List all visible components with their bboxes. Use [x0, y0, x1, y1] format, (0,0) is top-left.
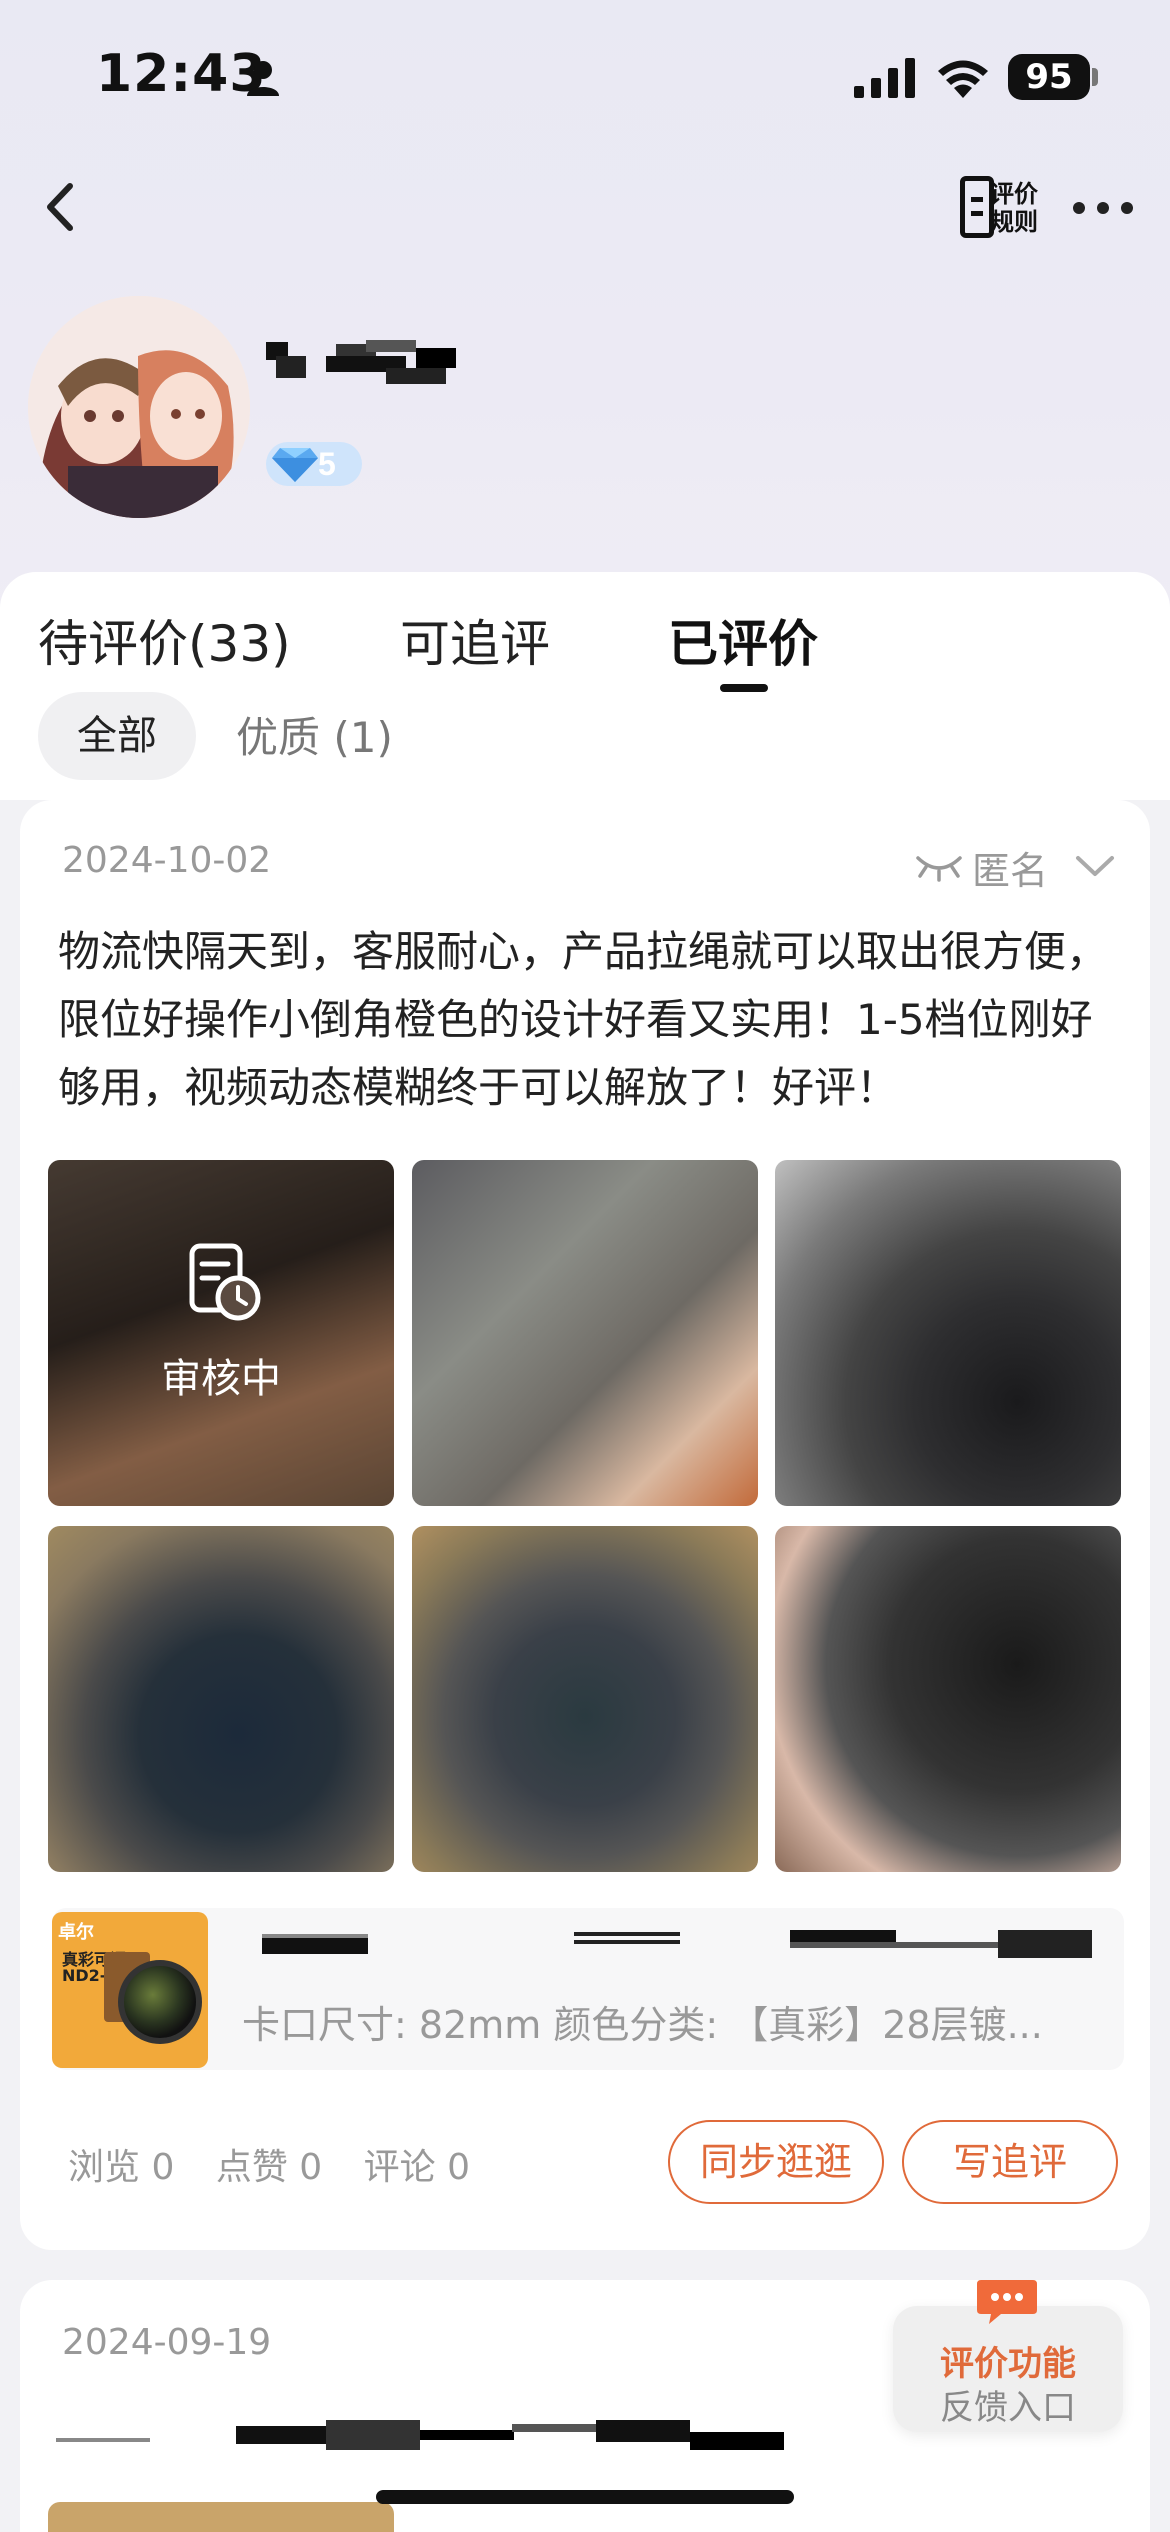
review-photo[interactable]	[775, 1526, 1121, 1872]
comments-count: 评论 0	[363, 2147, 470, 2188]
tab-reviewed[interactable]: 已评价	[668, 604, 818, 676]
product-spec: 卡口尺寸: 82mm 颜色分类: 【真彩】28层镀...	[242, 2003, 1043, 2047]
review-photo[interactable]: 审核中	[48, 1160, 394, 1506]
status-time: 12:43	[96, 44, 267, 104]
filter-quality-chip[interactable]: 优质 (1)	[236, 704, 393, 765]
review-photo[interactable]	[48, 2502, 394, 2532]
feedback-label-line2: 反馈入口	[940, 2388, 1076, 2428]
diamond-icon	[272, 448, 318, 482]
review-text-redacted	[56, 2420, 784, 2450]
anonymous-label: 匿名	[972, 849, 1049, 893]
review-date: 2024-09-19	[62, 2322, 272, 2363]
review-pending-icon	[189, 1243, 261, 1321]
chevron-left-icon[interactable]	[36, 172, 86, 242]
feedback-label-line1: 评价功能	[940, 2344, 1076, 2384]
ellipsis-icon[interactable]	[1070, 196, 1136, 220]
review-text: 物流快隔天到，客服耐心，产品拉绳就可以取出很方便，限位好操作小倒角橙色的设计好看…	[58, 927, 1109, 1112]
review-stats: 浏览 0 点赞 0 评论 0	[68, 2138, 500, 2190]
level-badge: 5	[266, 442, 362, 486]
level-number: 5	[318, 446, 336, 482]
filter-all-chip[interactable]: 全部	[38, 692, 196, 780]
write-follow-up-button[interactable]: 写追评	[902, 2120, 1118, 2204]
chat-bubble-icon	[977, 2280, 1037, 2324]
sync-to-browse-button[interactable]: 同步逛逛	[668, 2120, 884, 2204]
active-tab-indicator	[720, 684, 768, 692]
photo-pending-label: 审核中	[161, 1356, 281, 1402]
likes-count: 点赞 0	[215, 2147, 323, 2188]
eye-closed-icon	[916, 856, 962, 882]
battery-tip	[1092, 68, 1098, 86]
product-thumbnail: 卓尔 真彩可调 ND2-32	[52, 1912, 208, 2068]
views-count: 浏览 0	[68, 2147, 175, 2188]
product-title-redacted	[262, 1930, 1092, 1958]
tab-pending-review[interactable]: 待评价(33)	[38, 604, 291, 676]
review-photo[interactable]	[412, 1526, 758, 1872]
review-photo[interactable]	[48, 1526, 394, 1872]
product-brand: 卓尔	[58, 1922, 94, 1943]
review-rules-button[interactable]: 评价 规则	[960, 172, 1056, 246]
review-photo[interactable]	[412, 1160, 758, 1506]
avatar[interactable]	[28, 296, 250, 518]
person-icon	[247, 61, 279, 96]
review-date: 2024-10-02	[62, 840, 272, 881]
feedback-entry-button[interactable]: 评价功能 反馈入口	[893, 2280, 1123, 2432]
product-filter-image	[118, 1960, 202, 2044]
document-icon	[960, 176, 994, 238]
battery-indicator: 95	[1008, 54, 1090, 100]
tab-follow-up[interactable]: 可追评	[400, 604, 550, 676]
username-redacted	[266, 340, 456, 384]
home-indicator	[376, 2490, 794, 2504]
review-rules-label: 评价 规则	[990, 180, 1038, 236]
wifi-icon	[938, 60, 988, 98]
chevron-down-icon	[1076, 856, 1114, 876]
photo-pending-overlay: 审核中	[48, 1160, 394, 1506]
status-bar: 12:43 95	[0, 0, 1170, 150]
product-link[interactable]: 卓尔 真彩可调 ND2-32 卡口尺寸: 82mm 颜色分类: 【真彩】28层镀…	[52, 1908, 1124, 2070]
review-photo[interactable]	[775, 1160, 1121, 1506]
cellular-signal-icon	[854, 58, 915, 98]
